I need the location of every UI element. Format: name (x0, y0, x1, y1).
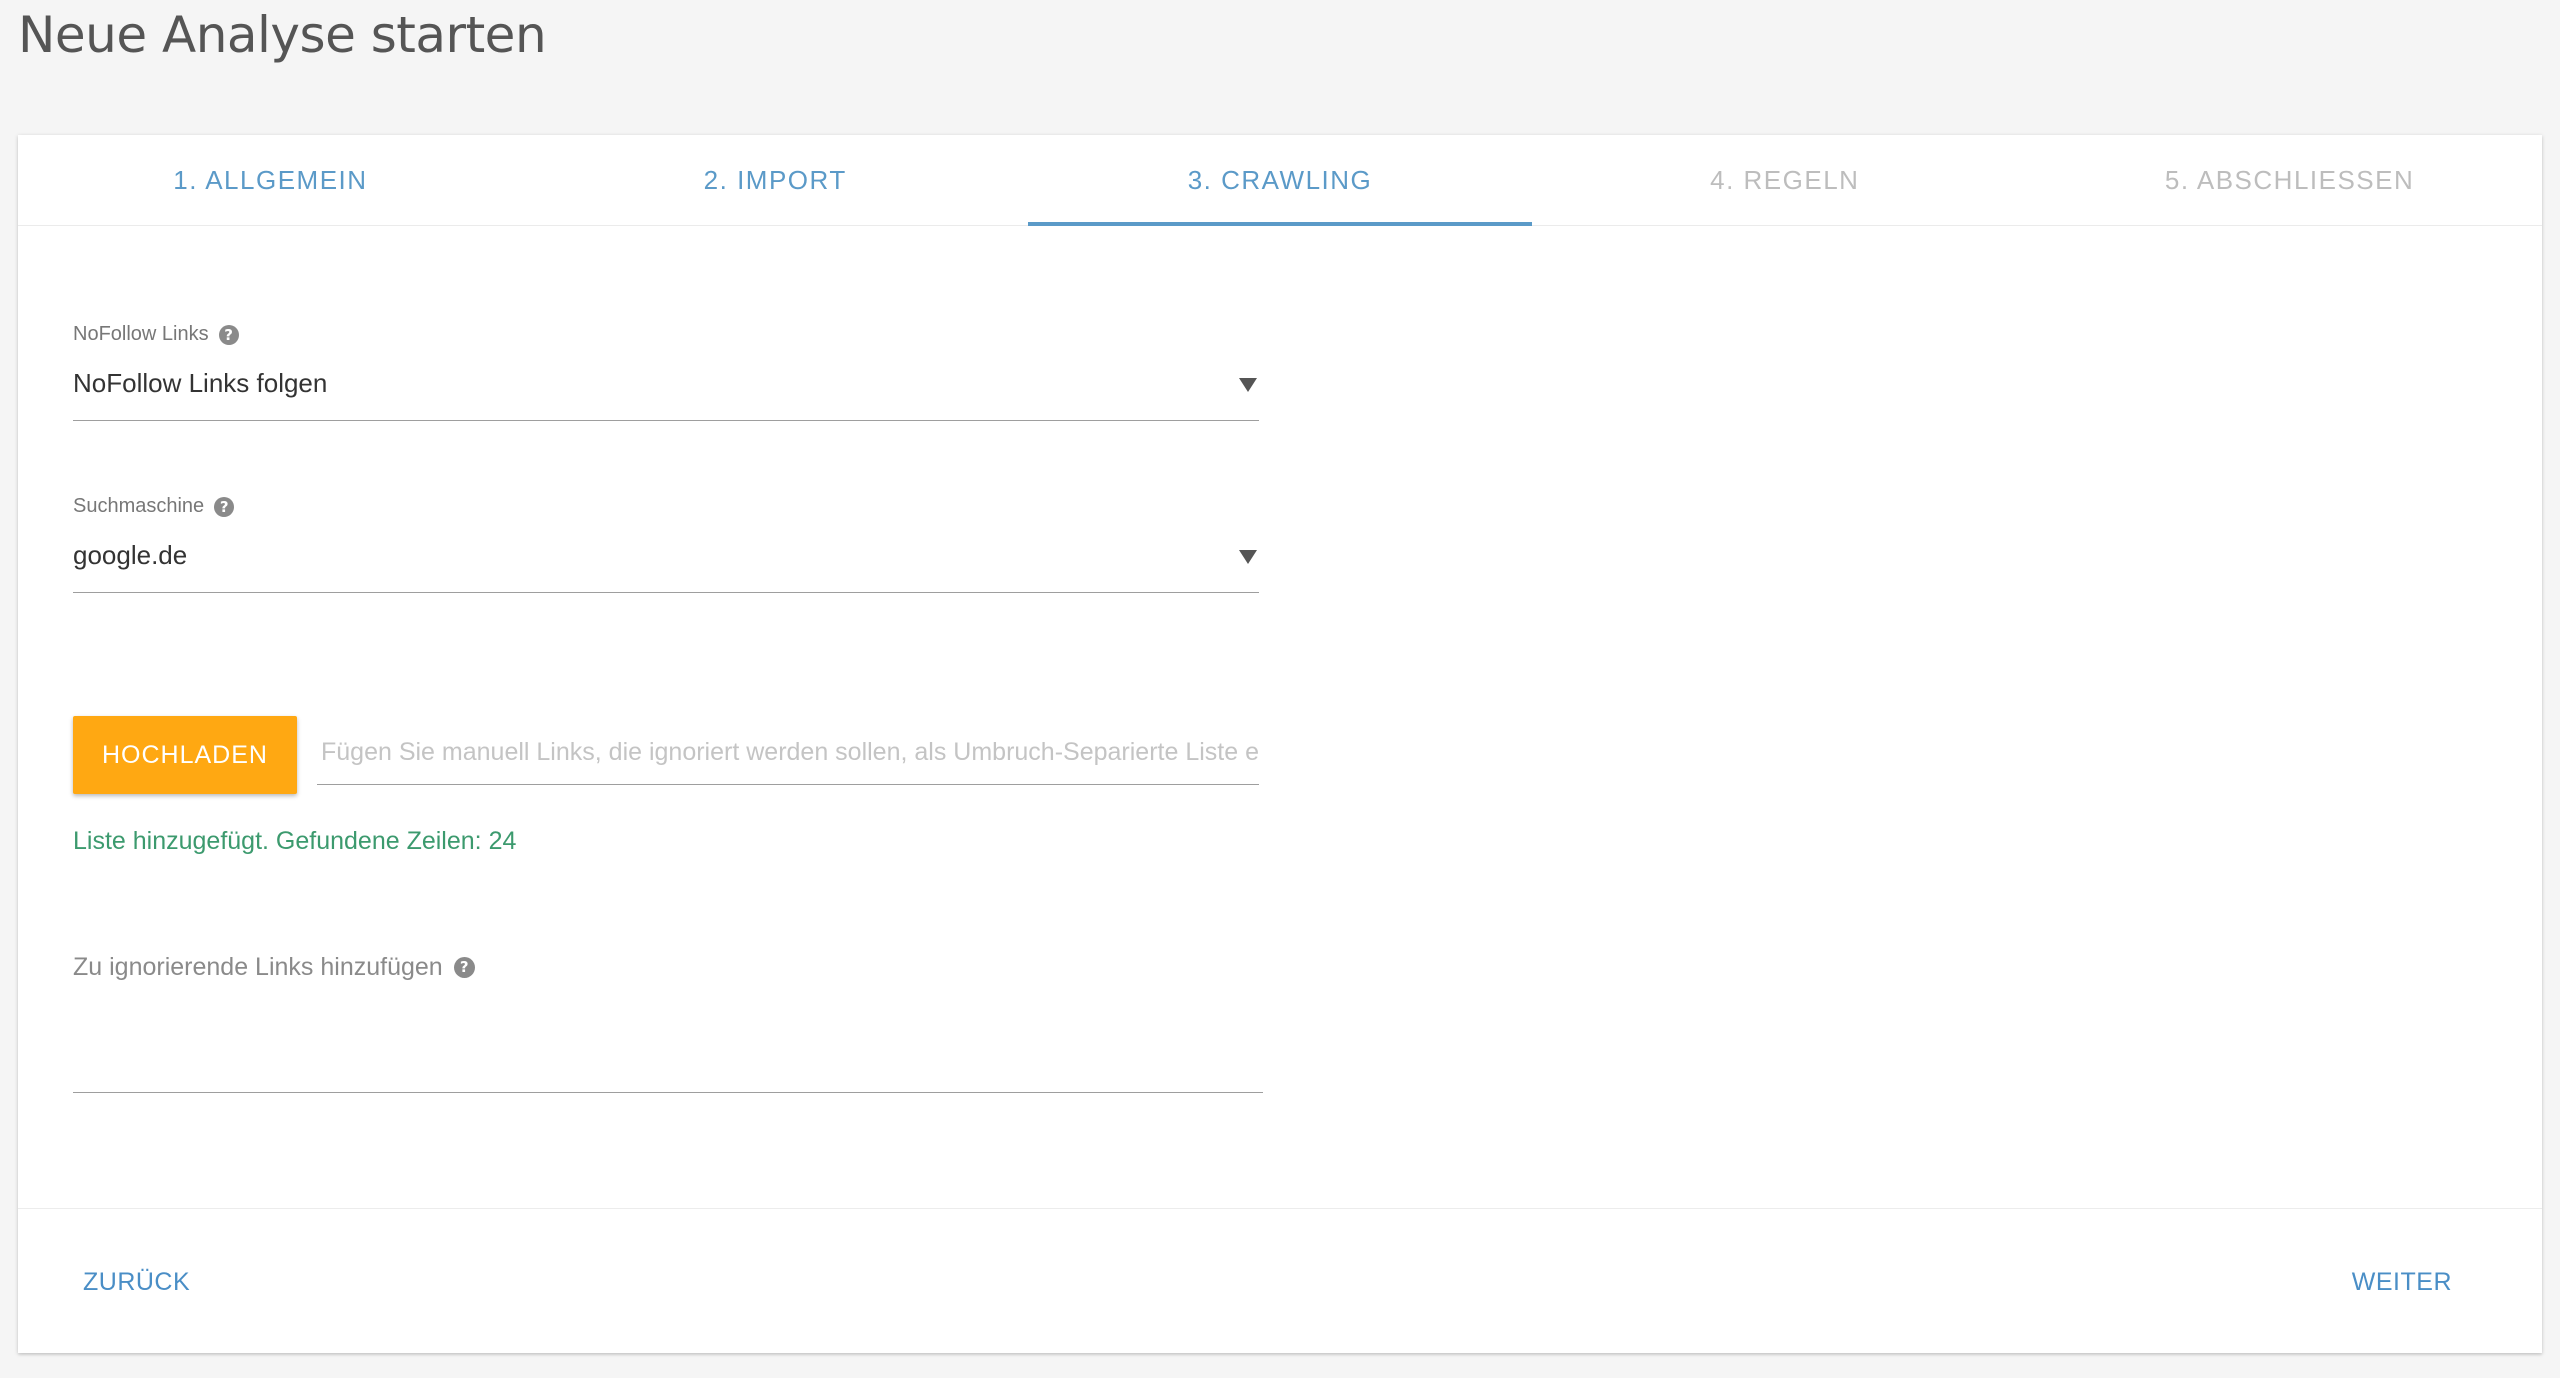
tab-allgemein[interactable]: 1. ALLGEMEIN (18, 135, 523, 225)
tab-regeln: 4. REGELN (1710, 165, 1860, 195)
back-button[interactable]: ZURÜCK (73, 1257, 200, 1307)
question-circle-icon[interactable]: ? (218, 324, 239, 345)
caret-down-icon (1239, 550, 1257, 564)
search-engine-select-value: google.de (73, 540, 188, 570)
tab-import[interactable]: 2. IMPORT (523, 135, 1028, 225)
question-circle-icon[interactable]: ? (453, 957, 475, 978)
ignore-links-label: Zu ignorierende Links hinzufügen ? (73, 953, 475, 982)
wizard-tabs: 1. ALLGEMEIN 2. IMPORT 3. CRAWLING 4. RE… (18, 135, 2542, 226)
nofollow-label: NoFollow Links ? (73, 323, 239, 346)
wizard-card: 1. ALLGEMEIN 2. IMPORT 3. CRAWLING 4. RE… (18, 135, 2542, 1353)
nofollow-select[interactable]: NoFollow Links folgen (73, 360, 1259, 421)
tab-abschliessen: 5. ABSCHLIESSEN (2164, 165, 2415, 195)
caret-down-icon (1239, 378, 1257, 392)
nofollow-select-value: NoFollow Links folgen (73, 368, 328, 398)
wizard-footer: ZURÜCK WEITER (18, 1208, 2542, 1354)
nofollow-label-text: NoFollow Links (73, 323, 209, 345)
links-input[interactable] (317, 721, 1259, 785)
page-title: Neue Analyse starten (18, 6, 547, 64)
next-button[interactable]: WEITER (2342, 1257, 2462, 1307)
search-engine-label: Suchmaschine ? (73, 495, 235, 518)
search-engine-select[interactable]: google.de (73, 532, 1259, 593)
upload-button[interactable]: HOCHLADEN (73, 716, 297, 794)
tab-crawling[interactable]: 3. CRAWLING (1027, 135, 1533, 226)
search-engine-label-text: Suchmaschine (73, 495, 205, 517)
upload-status-text: Liste hinzugefügt. Gefundene Zeilen: 24 (73, 827, 517, 855)
ignore-links-label-text: Zu ignorierende Links hinzufügen (73, 953, 443, 981)
question-circle-icon[interactable]: ? (214, 496, 235, 517)
ignore-links-textarea[interactable] (73, 993, 1263, 1093)
